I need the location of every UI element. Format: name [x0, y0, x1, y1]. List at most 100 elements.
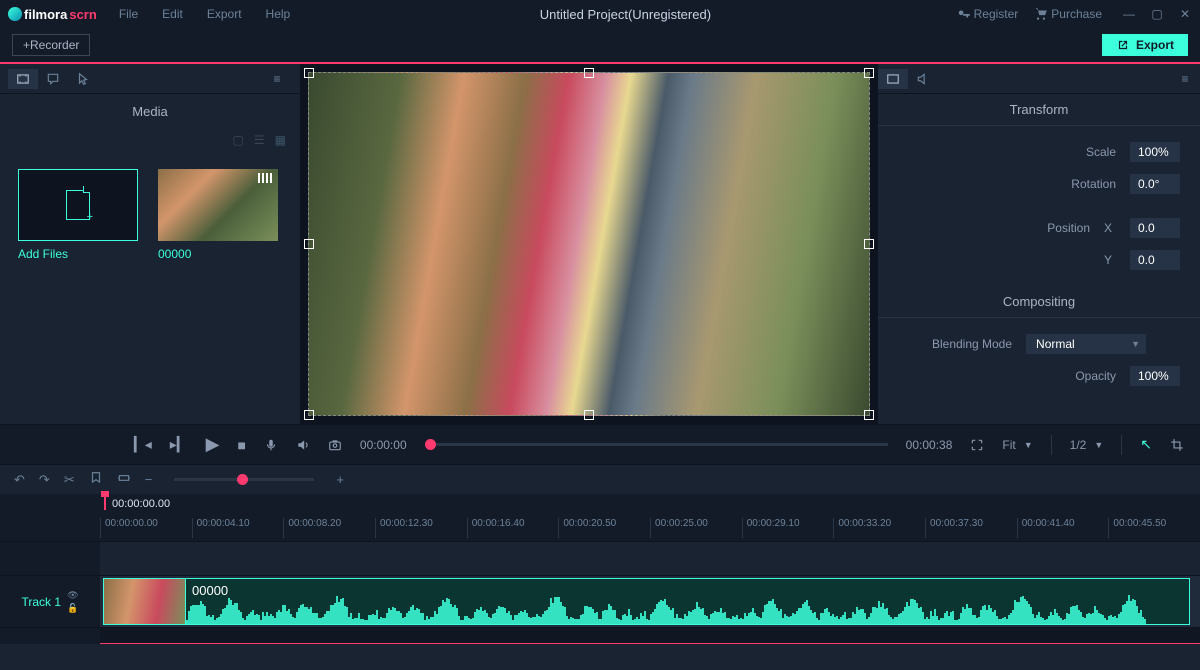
cut-button[interactable]: ✂ — [64, 472, 75, 488]
logo-text-1: filmora — [24, 7, 67, 22]
media-clip-item[interactable]: 00000 — [158, 169, 278, 261]
props-menu-icon[interactable]: ≡ — [1170, 69, 1200, 89]
timeline-clip[interactable]: 00000 — [103, 578, 1190, 625]
timeline-ruler-row: 00:00:00.00 00:00:00.0000:00:04.1000:00:… — [0, 494, 1200, 542]
chevron-down-icon: ▼ — [1131, 339, 1140, 349]
compositing-section-title: Compositing — [878, 286, 1200, 318]
next-frame-button[interactable]: ▸▎ — [170, 436, 188, 453]
resize-handle-tl[interactable] — [304, 68, 314, 78]
fullscreen-button[interactable] — [970, 438, 984, 452]
tab-annotations-icon[interactable] — [38, 69, 68, 89]
view-list-icon[interactable]: ☰ — [254, 133, 265, 147]
top-toolbar: +Recorder Export — [0, 28, 1200, 64]
close-button[interactable]: ✕ — [1178, 7, 1192, 21]
file-plus-icon: + — [66, 190, 90, 220]
ruler-tick: 00:00:00.00 — [100, 518, 192, 538]
clip-label: 00000 — [192, 583, 228, 598]
position-label: Position — [1047, 221, 1090, 235]
pos-y-input[interactable]: 0.0 — [1130, 250, 1180, 270]
resize-handle-bm[interactable] — [584, 410, 594, 420]
transform-section-title: Transform — [878, 94, 1200, 126]
app-logo: filmora scrn — [8, 7, 97, 22]
playhead[interactable] — [104, 494, 106, 510]
resize-handle-tr[interactable] — [864, 68, 874, 78]
redo-button[interactable]: ↷ — [39, 472, 50, 488]
chevron-down-icon: ▼ — [1024, 440, 1033, 450]
track-lock-icon[interactable]: 🔓 — [67, 603, 78, 614]
fit-select[interactable]: Fit▼ — [1002, 438, 1032, 452]
menu-export[interactable]: Export — [197, 3, 252, 25]
panel-menu-icon[interactable]: ≡ — [262, 69, 292, 89]
zoom-handle[interactable] — [237, 474, 248, 485]
track-visibility-icon[interactable]: 👁 — [67, 590, 78, 601]
view-folder-icon[interactable]: ▢ — [233, 133, 244, 147]
stop-button[interactable]: ■ — [237, 437, 245, 453]
resize-handle-br[interactable] — [864, 410, 874, 420]
clip-body: 00000 — [186, 579, 1189, 624]
resize-handle-bl[interactable] — [304, 410, 314, 420]
playback-scrubber[interactable] — [425, 443, 888, 446]
rotation-input[interactable]: 0.0° — [1130, 174, 1180, 194]
tab-cursor-icon[interactable] — [68, 69, 98, 89]
minimize-button[interactable]: — — [1122, 7, 1136, 21]
menu-file[interactable]: File — [109, 3, 148, 25]
timeline-bottom-track[interactable] — [100, 628, 1200, 644]
main-area: ≡ Media ▢ ☰ ▦ + Add Files 00000 — [0, 64, 1200, 424]
clip-thumbnail — [104, 579, 186, 624]
purchase-link[interactable]: Purchase — [1028, 7, 1108, 21]
track-1-label: Track 1 — [22, 595, 62, 609]
logo-icon — [8, 7, 22, 21]
playhead-time: 00:00:00.00 — [112, 498, 170, 510]
crop-button[interactable] — [1170, 438, 1184, 452]
window-controls: — ▢ ✕ — [1122, 7, 1192, 21]
volume-button[interactable] — [296, 438, 310, 452]
window-title: Untitled Project(Unregistered) — [304, 7, 946, 22]
track-1-header: Track 1 👁 🔓 — [0, 576, 100, 627]
mic-record-button[interactable] — [264, 438, 278, 452]
timeline-spacer-row — [0, 542, 1200, 576]
zoom-slider[interactable] — [174, 478, 314, 481]
media-clip-label: 00000 — [158, 247, 278, 261]
track-1-content[interactable]: 00000 — [100, 576, 1200, 627]
menu-help[interactable]: Help — [256, 3, 301, 25]
add-files-button[interactable]: + Add Files — [18, 169, 138, 261]
ripple-button[interactable] — [117, 471, 131, 488]
timeline-ruler[interactable]: 00:00:00.00 00:00:00.0000:00:04.1000:00:… — [100, 494, 1200, 541]
blend-mode-select[interactable]: Normal▼ — [1026, 334, 1146, 354]
resize-handle-ml[interactable] — [304, 239, 314, 249]
tab-audio-props-icon[interactable] — [908, 69, 938, 89]
export-button-label: Export — [1136, 38, 1174, 52]
properties-panel: ≡ Transform Scale 100% Rotation 0.0° Pos… — [878, 64, 1200, 424]
opacity-input[interactable]: 100% — [1130, 366, 1180, 386]
recorder-button[interactable]: +Recorder — [12, 34, 90, 56]
export-button[interactable]: Export — [1102, 34, 1188, 56]
play-button[interactable]: ▶ — [206, 434, 220, 455]
total-time: 00:00:38 — [906, 438, 953, 452]
zoom-in-button[interactable]: + — [336, 472, 344, 487]
tab-video-props-icon[interactable] — [878, 69, 908, 89]
scale-select[interactable]: 1/2▼ — [1070, 438, 1104, 452]
resize-handle-mr[interactable] — [864, 239, 874, 249]
maximize-button[interactable]: ▢ — [1150, 7, 1164, 21]
zoom-out-button[interactable]: − — [145, 472, 153, 487]
snapshot-button[interactable] — [328, 438, 342, 452]
resize-handle-tm[interactable] — [584, 68, 594, 78]
spacer-content[interactable] — [100, 542, 1200, 575]
preview-frame[interactable] — [308, 72, 870, 416]
menu-edit[interactable]: Edit — [152, 3, 193, 25]
arrow-tl-button[interactable]: ↖ — [1140, 436, 1152, 453]
blend-label: Blending Mode — [932, 337, 1012, 351]
undo-button[interactable]: ↶ — [14, 472, 25, 488]
pos-x-input[interactable]: 0.0 — [1130, 218, 1180, 238]
key-icon — [957, 7, 971, 21]
prev-frame-button[interactable]: ▎◂ — [134, 436, 152, 453]
media-view-buttons: ▢ ☰ ▦ — [0, 129, 300, 151]
scrubber-handle[interactable] — [425, 439, 436, 450]
view-grid-icon[interactable]: ▦ — [275, 133, 286, 147]
register-label: Register — [974, 7, 1019, 21]
ruler-tick: 00:00:41.40 — [1017, 518, 1109, 538]
register-link[interactable]: Register — [951, 7, 1025, 21]
tab-media-icon[interactable] — [8, 69, 38, 89]
scale-input[interactable]: 100% — [1130, 142, 1180, 162]
marker-button[interactable] — [89, 471, 103, 488]
